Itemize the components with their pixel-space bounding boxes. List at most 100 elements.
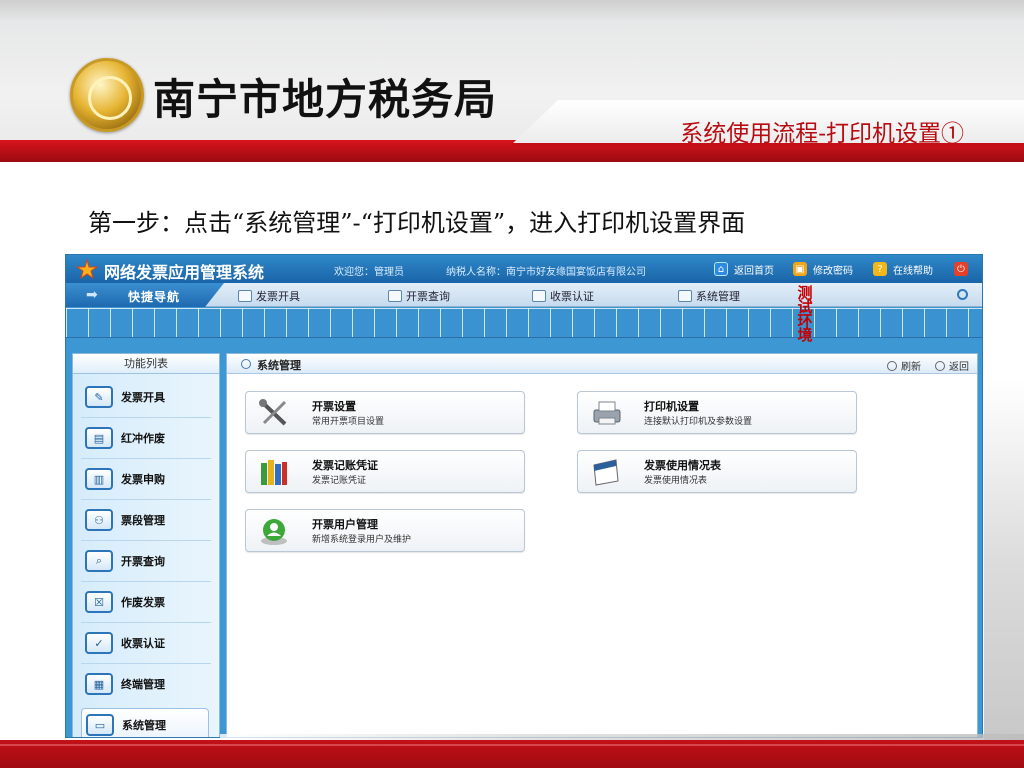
invoice-settings-card[interactable]: 开票设置 常用开票项目设置 [245,391,525,434]
taxpayer-name-text: 纳税人名称：南宁市好友缘国宴饭店有限公司 [446,267,646,278]
arrow-right-icon: ➡ [86,287,98,303]
expand-icon[interactable] [957,289,968,300]
terminal-icon: ▦ [85,673,113,695]
nav-invoice-query-label: 开票查询 [406,290,450,303]
back-button[interactable]: 返回 [935,358,969,373]
quick-nav-bar: ➡ 快捷导航 发票开具 开票查询 收票认证 系统管理 [66,283,982,307]
nav-receipt-auth-label: 收票认证 [550,290,594,303]
change-password-link[interactable]: ▣ 修改密码 [793,260,853,278]
power-icon: ⏻ [954,262,968,276]
home-link[interactable]: ⌂ 返回首页 [714,260,774,278]
printer-icon [593,401,621,425]
lock-icon: ▣ [793,262,807,276]
sidebar-item-receipt-auth[interactable]: ✓ 收票认证 [81,626,209,660]
monitor-icon: ▭ [86,714,114,736]
mail-check-icon [532,290,546,302]
star-logo-icon [76,259,98,279]
help-link-label: 在线帮助 [893,265,933,277]
nav-system-management[interactable]: 系统管理 [678,288,740,304]
test-environment-label: 测试环境 [797,284,813,344]
sidebar-item-label: 收票认证 [121,637,165,650]
books-icon [261,460,287,485]
panel-bullet-icon [241,359,251,369]
home-icon: ⌂ [714,262,728,276]
sidebar-item-label: 终端管理 [121,678,165,691]
document-icon: ▤ [85,427,113,449]
sidebar-item-terminal-management[interactable]: ▦ 终端管理 [81,667,209,701]
tax-bureau-emblem-icon [70,58,144,132]
help-icon: ? [873,262,887,276]
panel-header: 系统管理 刷新 返回 [227,354,977,374]
refresh-icon [887,361,897,371]
invoice-voucher-card[interactable]: 发票记账凭证 发票记账凭证 [245,450,525,493]
change-password-label: 修改密码 [813,265,853,277]
agency-name: 南宁市地方税务局 [153,75,498,124]
sidebar-item-label: 红冲作废 [121,432,165,445]
nav-receipt-auth[interactable]: 收票认证 [532,288,594,304]
welcome-user-text: 欢迎您：管理员 [334,267,404,278]
sidebar-item-purchase[interactable]: ▥ 发票申购 [81,462,209,496]
search-icon: ⌕ [85,550,113,572]
tools-icon [259,399,287,426]
invoice-usage-report-card[interactable]: 发票使用情况表 发票使用情况表 [577,450,857,493]
function-list-sidebar: 功能列表 ✎ 发票开具 ▤ 红冲作废 ▥ 发票申购 ⚇ 票段管理 ⌕ 开票查询 … [72,353,220,737]
refresh-label: 刷新 [901,362,921,373]
divider [81,458,211,459]
checkmark-icon: ✓ [85,632,113,654]
refresh-button[interactable]: 刷新 [887,358,921,373]
divider [81,499,211,500]
sidebar-title: 功能列表 [73,354,219,374]
card-title: 发票使用情况表 [644,459,721,472]
system-management-panel: 系统管理 刷新 返回 开票设置 常用开票项目设置 打印机设置 连接默认打印机及参… [226,353,978,737]
divider [81,622,211,623]
background-decoration [984,380,1024,740]
card-title: 开票设置 [312,400,356,413]
quick-nav-tab[interactable]: ➡ 快捷导航 [66,283,224,307]
sidebar-item-invoice-query[interactable]: ⌕ 开票查询 [81,544,209,578]
sidebar-item-segment-management[interactable]: ⚇ 票段管理 [81,503,209,537]
user-management-card[interactable]: 开票用户管理 新增系统登录用户及维护 [245,509,525,552]
sidebar-item-label: 发票开具 [121,391,165,404]
back-icon [935,361,945,371]
card-subtitle: 发票记账凭证 [312,476,367,486]
sidebar-item-issue-invoice[interactable]: ✎ 发票开具 [81,380,209,414]
network-icon: ⚇ [85,509,113,531]
help-link[interactable]: ? 在线帮助 [873,260,933,278]
nav-system-management-label: 系统管理 [696,290,740,303]
back-label: 返回 [949,362,969,373]
nav-invoice-query[interactable]: 开票查询 [388,288,450,304]
sidebar-item-void-invoice[interactable]: ☒ 作废发票 [81,585,209,619]
search-icon [388,290,402,302]
card-title: 开票用户管理 [312,518,378,531]
app-title-bar: 网络发票应用管理系统 欢迎您：管理员 纳税人名称：南宁市好友缘国宴饭店有限公司 … [66,255,982,283]
invoice-system-window: 网络发票应用管理系统 欢迎您：管理员 纳税人名称：南宁市好友缘国宴饭店有限公司 … [65,254,983,738]
cancel-document-icon: ☒ [85,591,113,613]
sidebar-item-label: 系统管理 [122,719,166,732]
nav-issue-invoice-label: 发票开具 [256,290,300,303]
nav-issue-invoice[interactable]: 发票开具 [238,288,300,304]
user-icon [261,519,287,545]
card-title: 打印机设置 [644,400,699,413]
sidebar-item-label: 票段管理 [121,514,165,527]
printer-settings-card[interactable]: 打印机设置 连接默认打印机及参数设置 [577,391,857,434]
invoice-edit-icon: ✎ [85,386,113,408]
divider [81,540,211,541]
sidebar-item-system-management[interactable]: ▭ 系统管理 [81,708,209,737]
card-subtitle: 常用开票项目设置 [312,417,385,427]
divider [81,581,211,582]
sidebar-item-red-void[interactable]: ▤ 红冲作废 [81,421,209,455]
divider [81,663,211,664]
step-instruction: 第一步：点击“系统管理”-“打印机设置”，进入打印机设置界面 [88,209,746,237]
grid-strip [66,308,982,338]
sidebar-item-label: 开票查询 [121,555,165,568]
card-title: 发票记账凭证 [312,459,378,472]
sidebar-item-label: 发票申购 [121,473,165,486]
footer-line [0,744,1024,746]
quick-nav-label: 快捷导航 [128,290,181,304]
logout-button[interactable]: ⏻ [954,260,974,278]
panel-title: 系统管理 [257,359,301,372]
divider [81,417,211,418]
cart-icon: ▥ [85,468,113,490]
settings-icon [678,290,692,302]
app-title: 网络发票应用管理系统 [104,263,265,282]
